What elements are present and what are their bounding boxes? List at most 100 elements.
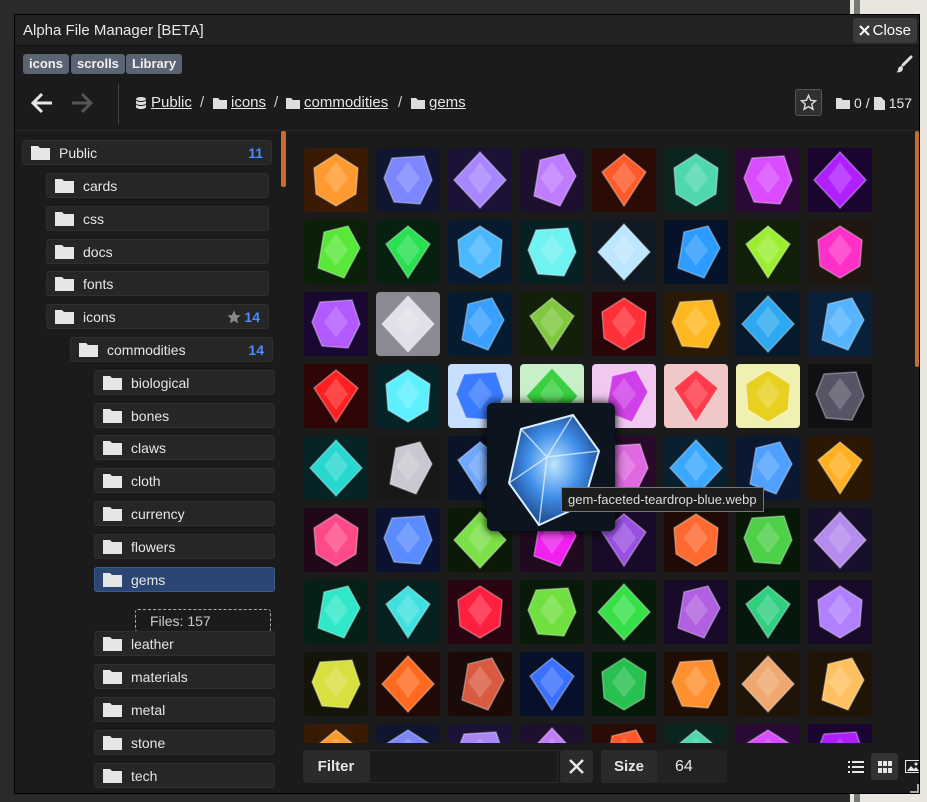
gem-thumbnail[interactable] — [448, 652, 512, 716]
gem-thumbnail[interactable] — [520, 652, 584, 716]
tree-item-tech[interactable]: tech — [94, 763, 275, 788]
clear-filter-button[interactable] — [560, 750, 593, 783]
tree-item-biological[interactable]: biological — [94, 370, 275, 395]
gem-thumbnail[interactable] — [592, 724, 656, 743]
gem-thumbnail[interactable] — [520, 580, 584, 644]
gem-thumbnail[interactable] — [376, 580, 440, 644]
tree-item-bones[interactable]: bones — [94, 403, 275, 428]
gem-thumbnail[interactable] — [592, 148, 656, 212]
gem-thumbnail[interactable] — [304, 220, 368, 284]
tree-item-claws[interactable]: claws — [94, 435, 275, 460]
gem-thumbnail[interactable] — [664, 580, 728, 644]
gem-thumbnail[interactable] — [736, 148, 800, 212]
back-arrow-icon[interactable] — [29, 90, 55, 116]
gem-thumbnail[interactable] — [808, 436, 872, 500]
gem-thumbnail[interactable] — [592, 220, 656, 284]
gem-thumbnail[interactable] — [304, 508, 368, 572]
gem-thumbnail[interactable] — [664, 292, 728, 356]
gem-thumbnail[interactable] — [808, 220, 872, 284]
gem-thumbnail[interactable] — [376, 652, 440, 716]
gem-thumbnail[interactable] — [520, 292, 584, 356]
tree-scrollbar[interactable] — [281, 131, 286, 187]
gem-thumbnail[interactable] — [304, 364, 368, 428]
gem-thumbnail[interactable] — [592, 652, 656, 716]
gem-thumbnail[interactable] — [376, 724, 440, 743]
gem-thumbnail[interactable] — [664, 148, 728, 212]
gem-thumbnail[interactable] — [808, 292, 872, 356]
gem-thumbnail[interactable] — [808, 508, 872, 572]
filter-input[interactable] — [369, 750, 558, 783]
gem-thumbnail[interactable] — [304, 436, 368, 500]
gem-thumbnail[interactable] — [808, 364, 872, 428]
gem-thumbnail[interactable] — [376, 364, 440, 428]
gem-thumbnail[interactable] — [808, 580, 872, 644]
forward-arrow-icon[interactable] — [69, 90, 95, 116]
gem-thumbnail[interactable] — [808, 148, 872, 212]
grid-scrollbar[interactable] — [915, 131, 919, 367]
image-view-button[interactable] — [899, 753, 919, 780]
tree-item-gems[interactable]: gems — [94, 567, 275, 592]
breadcrumb-icons[interactable]: icons — [213, 94, 266, 111]
resize-handle-icon[interactable] — [905, 779, 919, 793]
gem-thumbnail[interactable] — [448, 724, 512, 743]
gem-thumbnail[interactable] — [736, 652, 800, 716]
tree-item-metal[interactable]: metal — [94, 697, 275, 722]
tree-item-css[interactable]: css — [46, 206, 269, 231]
close-button[interactable]: Close — [852, 18, 917, 43]
list-view-button[interactable] — [842, 753, 869, 780]
gem-thumbnail[interactable] — [376, 292, 440, 356]
tag-icons[interactable]: icons — [23, 54, 69, 74]
gem-thumbnail[interactable] — [664, 724, 728, 743]
gem-thumbnail[interactable] — [520, 220, 584, 284]
gem-thumbnail[interactable] — [736, 508, 800, 572]
tree-item-flowers[interactable]: flowers — [94, 534, 275, 559]
tree-item-leather[interactable]: leather — [94, 631, 275, 656]
gem-thumbnail[interactable] — [304, 652, 368, 716]
gem-thumbnail[interactable] — [736, 580, 800, 644]
gem-thumbnail[interactable] — [808, 652, 872, 716]
tree-item-docs[interactable]: docs — [46, 239, 269, 264]
paintbrush-icon[interactable] — [895, 55, 913, 73]
size-input[interactable]: 64 — [657, 750, 727, 783]
tree-item-public[interactable]: Public 11 — [22, 140, 272, 165]
gem-thumbnail[interactable] — [304, 292, 368, 356]
gem-thumbnail[interactable] — [448, 148, 512, 212]
gem-thumbnail[interactable] — [448, 220, 512, 284]
favorite-button[interactable] — [795, 89, 822, 116]
tree-item-commodities[interactable]: commodities 14 — [70, 337, 273, 362]
tree-item-fonts[interactable]: fonts — [46, 271, 269, 296]
gem-thumbnail[interactable] — [736, 292, 800, 356]
gem-thumbnail[interactable] — [520, 148, 584, 212]
title-bar[interactable]: Alpha File Manager [BETA] Close — [15, 15, 919, 46]
gem-thumbnail[interactable] — [664, 508, 728, 572]
gem-thumbnail[interactable] — [448, 292, 512, 356]
gem-thumbnail[interactable] — [736, 724, 800, 743]
gem-thumbnail[interactable] — [592, 292, 656, 356]
tree-item-icons[interactable]: icons 14 — [46, 304, 269, 329]
gem-thumbnail[interactable] — [664, 220, 728, 284]
gem-thumbnail[interactable] — [304, 580, 368, 644]
gem-thumbnail[interactable] — [304, 148, 368, 212]
gem-thumbnail[interactable] — [736, 364, 800, 428]
breadcrumb-gems[interactable]: gems — [411, 94, 466, 111]
gem-thumbnail[interactable] — [448, 580, 512, 644]
tag-scrolls[interactable]: scrolls — [71, 54, 125, 74]
gem-thumbnail[interactable] — [664, 652, 728, 716]
gem-thumbnail[interactable] — [736, 220, 800, 284]
gem-thumbnail[interactable] — [664, 364, 728, 428]
breadcrumb-public[interactable]: Public — [135, 94, 192, 111]
gem-thumbnail[interactable] — [808, 724, 872, 743]
gem-thumbnail[interactable] — [520, 724, 584, 743]
tree-item-currency[interactable]: currency — [94, 501, 275, 526]
tree-item-materials[interactable]: materials — [94, 664, 275, 689]
tree-item-cloth[interactable]: cloth — [94, 468, 275, 493]
gem-thumbnail[interactable] — [304, 724, 368, 743]
gem-thumbnail[interactable] — [376, 220, 440, 284]
gem-thumbnail[interactable] — [376, 148, 440, 212]
tree-item-stone[interactable]: stone — [94, 730, 275, 755]
tree-item-cards[interactable]: cards — [46, 173, 269, 198]
gem-thumbnail[interactable] — [376, 436, 440, 500]
gem-thumbnail[interactable] — [376, 508, 440, 572]
breadcrumb-commodities[interactable]: commodities — [286, 94, 388, 111]
gem-thumbnail[interactable] — [592, 580, 656, 644]
